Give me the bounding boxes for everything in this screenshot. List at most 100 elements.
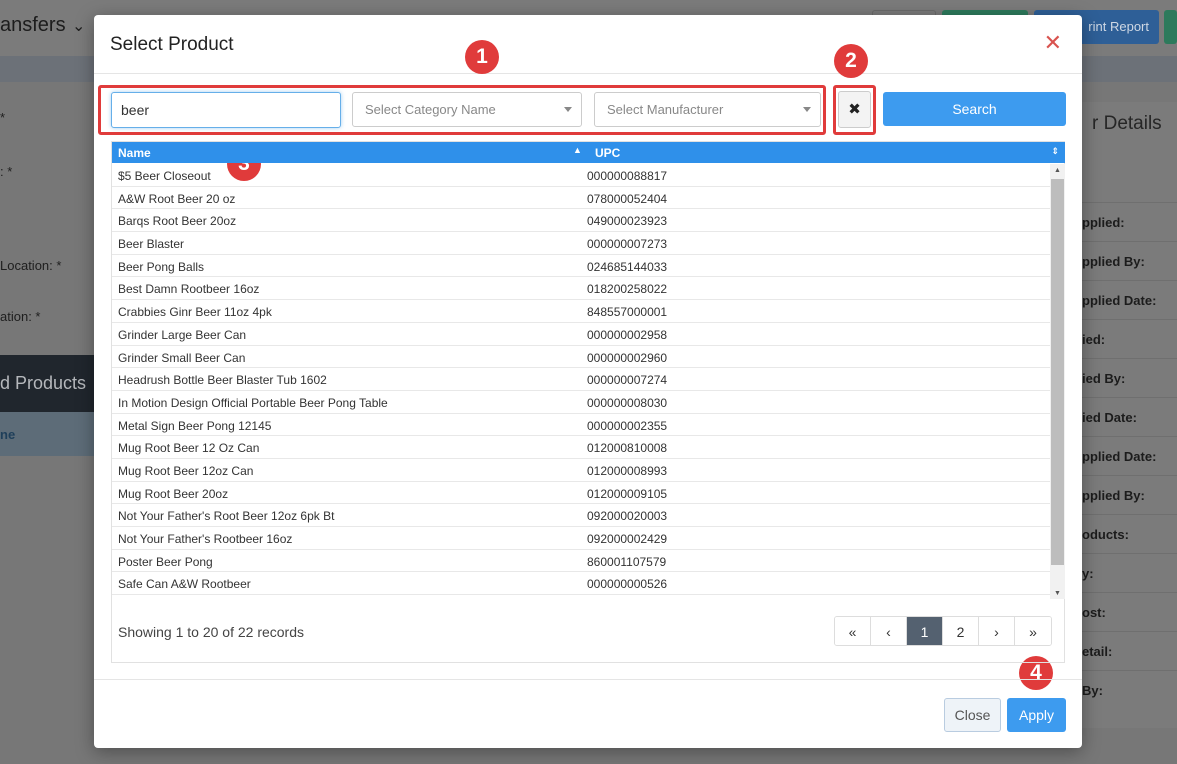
product-name-cell: A&W Root Beer 20 oz [118, 191, 236, 206]
product-upc-cell: 000000000526 [587, 577, 668, 592]
table-row[interactable]: Metal Sign Beer Pong 12145 000000002355 [112, 414, 1050, 437]
close-icon[interactable]: ✕ [1044, 32, 1062, 54]
page-2-button[interactable]: 2 [943, 617, 979, 645]
background-right-header: r Details [1092, 113, 1162, 134]
product-upc-cell: 092000020003 [587, 509, 668, 524]
modal-title: Select Product [110, 34, 234, 55]
product-name-cell: In Motion Design Official Portable Beer … [118, 395, 388, 410]
product-name-cell: Mug Root Beer 12oz Can [118, 463, 254, 478]
product-name-cell: Mug Root Beer 20oz [118, 486, 229, 501]
table-row[interactable]: Mug Root Beer 12 Oz Can 012000810008 [112, 436, 1050, 459]
sort-icon[interactable]: ⇕ [1051, 146, 1059, 157]
scroll-thumb[interactable] [1051, 179, 1064, 565]
table-row[interactable]: Mug Root Beer 20oz 012000009105 [112, 482, 1050, 505]
product-upc-cell: 848557000001 [587, 305, 668, 320]
product-name-cell: Barqs Root Beer 20oz [118, 214, 237, 229]
product-name-cell: Safe Can A&W Rootbeer [118, 577, 251, 592]
table-row[interactable]: Mug Root Beer 12oz Can 012000008993 [112, 459, 1050, 482]
background-right-item: ost: [1082, 592, 1177, 631]
category-select-placeholder: Select Category Name [365, 102, 496, 117]
background-label: Location: * [0, 258, 62, 273]
product-upc-cell: 000000007273 [587, 237, 668, 252]
table-scrollbar[interactable]: ▲ ▼ [1050, 164, 1065, 599]
background-section-tab: ne [0, 412, 96, 456]
table-row[interactable]: $5 Beer Closeout 000000088817 [112, 164, 1050, 187]
product-name-cell: Not Your Father's Root Beer 12oz 6pk Bt [118, 509, 335, 524]
product-table: Name ▲ UPC ⇕ $5 Beer Closeout 00000008881… [111, 141, 1065, 663]
callout-badge: 1 [465, 40, 499, 74]
product-upc-cell: 012000009105 [587, 486, 668, 501]
background-page-title: ansfers [0, 14, 66, 36]
background-right-item: pplied Date: [1082, 280, 1177, 319]
product-upc-cell: 078000052404 [587, 191, 668, 206]
page-1-button[interactable]: 1 [907, 617, 943, 645]
product-upc-cell: 000000002958 [587, 327, 668, 342]
product-name-cell: Grinder Small Beer Can [118, 350, 246, 365]
scroll-down-icon[interactable]: ▼ [1054, 590, 1061, 597]
product-upc-cell: 018200258022 [587, 282, 668, 297]
close-button[interactable]: Close [944, 698, 1001, 732]
clear-filters-button[interactable]: ✖ [838, 91, 871, 128]
product-name-cell: Beer Blaster [118, 237, 185, 252]
first-page-button[interactable]: « [835, 617, 871, 645]
table-row[interactable]: A&W Root Beer 20 oz 078000052404 [112, 187, 1050, 210]
scroll-up-icon[interactable]: ▲ [1054, 167, 1061, 174]
table-row[interactable]: Poster Beer Pong 860001107579 [112, 550, 1050, 573]
product-name-cell: Poster Beer Pong [118, 554, 213, 569]
product-upc-cell: 012000810008 [587, 441, 668, 456]
section-tab-text: ne [0, 427, 16, 442]
product-upc-cell: 000000002960 [587, 350, 668, 365]
manufacturer-select-placeholder: Select Manufacturer [607, 102, 724, 117]
column-header-name[interactable]: Name [118, 146, 151, 160]
manufacturer-select[interactable]: Select Manufacturer [594, 92, 821, 127]
background-right-item: etail: [1082, 631, 1177, 670]
pagination: « ‹ 1 2 › » [834, 616, 1052, 646]
product-name-cell: Crabbies Ginr Beer 11oz 4pk [118, 305, 272, 320]
background-button [1164, 10, 1177, 44]
background-right-item: pplied By: [1082, 241, 1177, 280]
next-page-button[interactable]: › [979, 617, 1015, 645]
search-button[interactable]: Search [883, 92, 1066, 126]
table-row[interactable]: Beer Pong Balls 024685144033 [112, 255, 1050, 278]
background-right-item: By: [1082, 670, 1177, 709]
dropdown-caret-icon [564, 107, 572, 112]
product-name-cell: Best Damn Rootbeer 16oz [118, 282, 260, 297]
table-row[interactable]: Not Your Father's Root Beer 12oz 6pk Bt 0… [112, 504, 1050, 527]
sort-asc-icon[interactable]: ▲ [573, 145, 582, 155]
background-right-item: y: [1082, 553, 1177, 592]
background-label: : * [0, 164, 13, 179]
product-name-cell: Beer Pong Balls [118, 259, 205, 274]
section-header-text: d Products [0, 373, 87, 393]
product-upc-cell: 000000008030 [587, 395, 668, 410]
product-name-cell: Mug Root Beer 12 Oz Can [118, 441, 260, 456]
table-row[interactable]: Beer Blaster 000000007273 [112, 232, 1050, 255]
background-right-item: ied: [1082, 319, 1177, 358]
table-body: $5 Beer Closeout 000000088817 A&W Root Bee… [112, 164, 1050, 599]
table-row[interactable]: Barqs Root Beer 20oz 049000023923 [112, 209, 1050, 233]
prev-page-button[interactable]: ‹ [871, 617, 907, 645]
table-row[interactable]: Crabbies Ginr Beer 11oz 4pk 848557000001 [112, 300, 1050, 323]
column-header-upc[interactable]: UPC [595, 146, 620, 160]
modal-header: Select Product ✕ [94, 15, 1082, 74]
background-right-item: pplied Date: [1082, 436, 1177, 475]
product-upc-cell: 024685144033 [587, 259, 668, 274]
table-row[interactable]: In Motion Design Official Portable Beer … [112, 391, 1050, 414]
select-product-modal: Select Product ✕ Select Category Name Se… [94, 15, 1082, 748]
table-row[interactable]: Grinder Small Beer Can 000000002960 [112, 346, 1050, 369]
product-name-cell: Not Your Father's Rootbeer 16oz [118, 532, 293, 546]
apply-button[interactable]: Apply [1007, 698, 1066, 732]
product-upc-cell: 000000007274 [587, 373, 668, 388]
table-row[interactable]: Grinder Large Beer Can 000000002958 [112, 323, 1050, 346]
table-row[interactable]: Safe Can A&W Rootbeer 000000000526 [112, 572, 1050, 596]
table-row[interactable]: Not Your Father's Rootbeer 16oz 092000002… [112, 527, 1050, 550]
category-select[interactable]: Select Category Name [352, 92, 582, 127]
product-upc-cell: 000000088817 [587, 169, 668, 183]
callout-badge: 2 [834, 44, 868, 78]
table-row[interactable]: Best Damn Rootbeer 16oz 018200258022 [112, 277, 1050, 301]
product-search-input[interactable] [111, 92, 341, 128]
clear-x-icon: ✖ [848, 101, 861, 118]
last-page-button[interactable]: » [1015, 617, 1051, 645]
background-label: ation: * [0, 309, 41, 324]
table-row[interactable]: Headrush Bottle Beer Blaster Tub 1602 000… [112, 368, 1050, 391]
background-section-header: d Products [0, 355, 96, 412]
